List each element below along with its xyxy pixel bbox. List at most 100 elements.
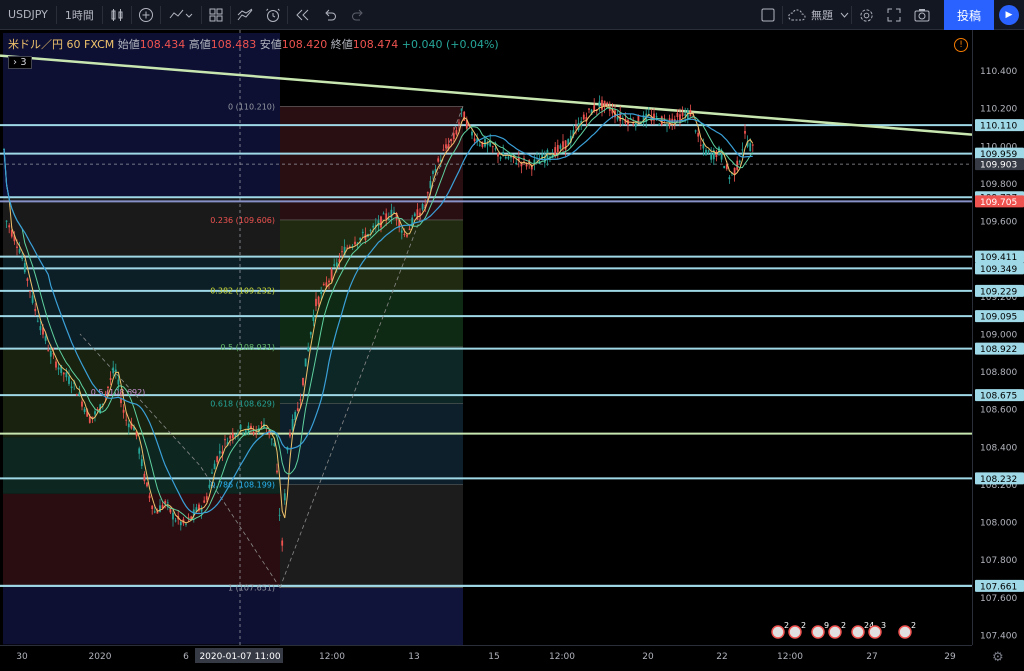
candle-body [723, 166, 726, 169]
templates-grid-icon[interactable] [202, 0, 230, 30]
candle-body [296, 408, 299, 411]
fullscreen-icon[interactable] [880, 0, 908, 30]
economic-event-flag-icon[interactable] [851, 625, 865, 639]
replay-rewind-icon[interactable] [288, 0, 316, 30]
candle-body [634, 123, 637, 127]
fib-zone-left [3, 493, 280, 586]
price-axis-tick: 108.800 [980, 368, 1017, 378]
alert-clock-icon[interactable] [259, 0, 287, 30]
indicators-collapse-button[interactable]: › 3 [8, 56, 32, 69]
economic-event-flag-icon[interactable] [771, 625, 785, 639]
economic-event-flag-icon[interactable] [868, 625, 882, 639]
candle-body [23, 263, 26, 273]
legend-open-label: 始値 [117, 38, 140, 51]
candle-body [122, 409, 125, 413]
candle-body [421, 204, 424, 210]
symbol-legend: 米ドル／円 60 FXCM 始値108.434 高値108.483 安値108.… [8, 36, 499, 52]
price-axis-tick: 110.400 [980, 67, 1017, 77]
candle-body [330, 269, 333, 281]
symbol-search-button[interactable]: USDJPY [0, 0, 56, 30]
candle-body [107, 386, 109, 389]
interval-button[interactable]: 1時間 [57, 0, 102, 30]
candle-body [588, 108, 590, 110]
candle-body [21, 257, 24, 260]
candle-body [738, 160, 741, 163]
candle-body [252, 431, 255, 435]
undo-icon[interactable] [316, 0, 344, 30]
fib-level-label: 0.382 (109.232) [210, 286, 275, 295]
price-axis[interactable]: 110.400110.200110.000109.800109.600109.4… [972, 30, 1024, 645]
indicator-count: 3 [20, 57, 27, 68]
candle-body [437, 158, 440, 162]
candle-body [632, 123, 635, 125]
candlestick-chart-type-icon[interactable] [103, 0, 131, 30]
candle-body [403, 234, 406, 236]
cloud-save-icon[interactable] [783, 0, 811, 30]
fib-zone-left [3, 33, 280, 198]
settings-gear-icon[interactable] [852, 0, 880, 30]
layout-name-button[interactable]: 無題 [811, 0, 837, 30]
legend-interval: 60 [66, 38, 81, 51]
candle-body [741, 149, 744, 151]
candle-body [75, 394, 78, 396]
axis-settings-gear-icon[interactable]: ⚙ [992, 650, 1004, 665]
candle-body [62, 372, 65, 375]
candle-body [8, 225, 11, 228]
event-flag-count: 3 [881, 621, 886, 630]
candle-body [564, 140, 567, 150]
indicators-icon[interactable] [161, 0, 201, 30]
price-axis-tick: 108.000 [980, 519, 1017, 529]
fib-zone [280, 106, 463, 220]
legend-close-label: 終値 [330, 38, 353, 51]
candle-body [36, 320, 39, 322]
price-chart-pane[interactable]: 0 (110.210) 0.236 (109.606) 0.382 (109.232… [0, 30, 972, 645]
toolbar-right-group: 無題 投稿 ▶ [754, 0, 1024, 30]
candle-body [333, 264, 336, 266]
price-axis-tick: 108.600 [980, 406, 1017, 416]
time-axis-tick: 6 [183, 652, 189, 662]
legend-open: 108.434 [139, 38, 186, 51]
chevron-down-icon[interactable] [837, 0, 851, 30]
economic-event-flag-icon[interactable] [788, 625, 802, 639]
candle-body [598, 101, 601, 108]
time-axis-tick: 2020-01-07 11:00 [199, 652, 280, 662]
compare-symbol-icon[interactable] [231, 0, 259, 30]
candle-body [125, 419, 128, 421]
replay-play-button[interactable]: ▶ [994, 0, 1024, 30]
candle-body [694, 130, 697, 132]
candle-body [231, 433, 234, 439]
price-label: 109.411 [980, 253, 1017, 263]
publish-idea-button[interactable]: 投稿 [944, 0, 994, 30]
layout-square-icon[interactable] [754, 0, 782, 30]
candle-body [320, 291, 323, 295]
economic-event-flag-icon[interactable] [898, 625, 912, 639]
candle-body [582, 114, 585, 120]
time-axis-tick: 12:00 [549, 652, 575, 662]
add-indicator-icon[interactable] [132, 0, 160, 30]
time-axis[interactable]: 30 2020 6 2020-01-07 11:00 12:00 13 15 12:00 20 2… [0, 645, 972, 671]
candle-body [120, 398, 122, 404]
data-warning-icon[interactable]: ! [954, 38, 968, 52]
candle-body [666, 124, 668, 126]
redo-icon[interactable] [344, 0, 372, 30]
price-label: 108.232 [980, 475, 1017, 485]
fib-zone [280, 484, 463, 588]
candle-body [47, 350, 50, 352]
legend-exchange: FXCM [84, 38, 115, 51]
candle-body [751, 144, 754, 146]
camera-snapshot-icon[interactable] [908, 0, 936, 30]
legend-pair[interactable]: 米ドル／円 [8, 38, 63, 51]
candle-body [390, 209, 393, 219]
economic-event-flag-icon[interactable] [811, 625, 825, 639]
candle-body [442, 149, 445, 151]
fib-zone [280, 290, 463, 347]
candle-body [499, 157, 502, 159]
economic-event-flag-icon[interactable] [828, 625, 842, 639]
candle-body [91, 416, 94, 418]
candle-body [203, 500, 206, 503]
candle-body [361, 231, 364, 234]
price-axis-tick: 107.600 [980, 594, 1017, 604]
candle-body [29, 291, 31, 293]
price-label: 109.349 [980, 265, 1017, 275]
top-toolbar: USDJPY 1時間 無題 投稿 ▶ [0, 0, 1024, 30]
